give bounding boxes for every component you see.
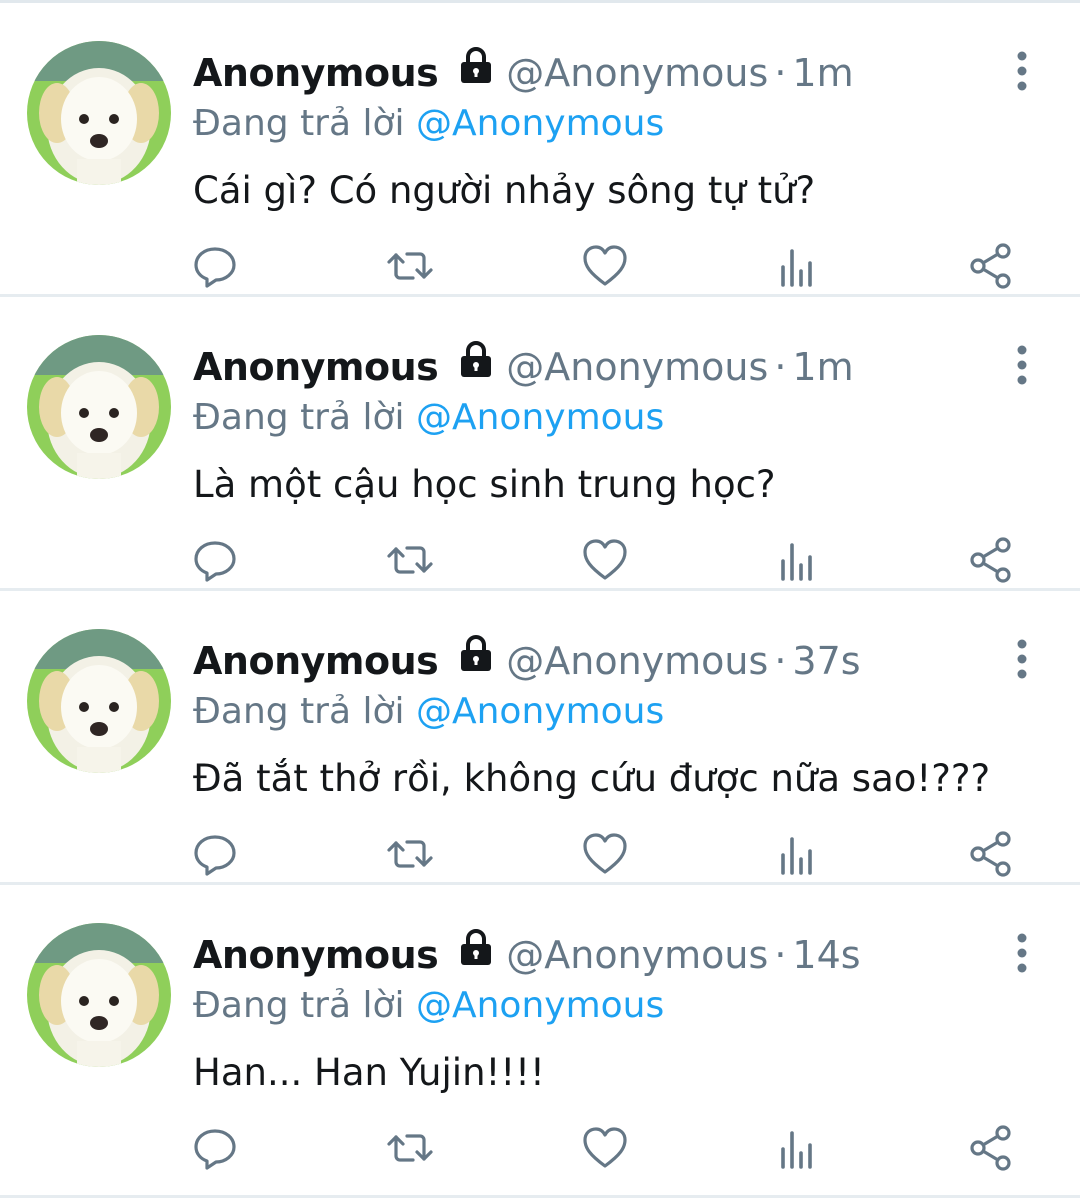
lock-icon xyxy=(456,45,496,98)
heart-icon[interactable] xyxy=(580,1123,630,1173)
avatar[interactable] xyxy=(27,41,171,185)
tweet-actions xyxy=(0,535,1080,591)
heart-icon[interactable] xyxy=(580,241,630,291)
replying-to-label: Đang trả lời xyxy=(193,397,405,438)
replying-to-handle[interactable]: @Anonymous xyxy=(416,985,664,1026)
replying-to-label: Đang trả lời xyxy=(193,985,405,1026)
analytics-icon[interactable] xyxy=(773,535,823,585)
more-vertical-icon[interactable] xyxy=(1008,343,1036,387)
retweet-icon[interactable] xyxy=(385,535,435,585)
replying-to-label: Đang trả lời xyxy=(193,103,405,144)
analytics-icon[interactable] xyxy=(773,1123,823,1173)
separator-dot: · xyxy=(774,345,787,389)
heart-icon[interactable] xyxy=(580,535,630,585)
reply-icon[interactable] xyxy=(190,829,240,879)
lock-icon xyxy=(456,633,496,686)
tweet-header: Anonymous @Anonymous · 1m xyxy=(193,47,854,99)
replying-to: Đang trả lời @Anonymous xyxy=(193,98,664,150)
analytics-icon[interactable] xyxy=(773,829,823,879)
heart-icon[interactable] xyxy=(580,829,630,879)
replying-to-handle[interactable]: @Anonymous xyxy=(416,103,664,144)
replying-to: Đang trả lời @Anonymous xyxy=(193,980,664,1032)
lock-icon xyxy=(456,339,496,392)
tweet[interactable]: Anonymous @Anonymous · 1m Đang trả lời @An… xyxy=(0,3,1080,297)
replying-to: Đang trả lời @Anonymous xyxy=(193,392,664,444)
timestamp[interactable]: 14s xyxy=(792,933,860,977)
tweet-header: Anonymous @Anonymous · 1m xyxy=(193,341,854,393)
separator-dot: · xyxy=(774,639,787,683)
timestamp[interactable]: 1m xyxy=(792,51,853,95)
reply-icon[interactable] xyxy=(190,1123,240,1173)
tweet-actions xyxy=(0,241,1080,297)
share-icon[interactable] xyxy=(966,535,1016,585)
replying-to-label: Đang trả lời xyxy=(193,691,405,732)
handle[interactable]: @Anonymous xyxy=(506,933,768,977)
timestamp[interactable]: 37s xyxy=(792,639,860,683)
separator-dot: · xyxy=(774,51,787,95)
separator-dot: · xyxy=(774,933,787,977)
share-icon[interactable] xyxy=(966,241,1016,291)
tweet-actions xyxy=(0,829,1080,885)
reply-icon[interactable] xyxy=(190,535,240,585)
share-icon[interactable] xyxy=(966,829,1016,879)
tweet-text: Đã tắt thở rồi, không cứu được nữa sao!?… xyxy=(193,757,991,800)
avatar[interactable] xyxy=(27,629,171,773)
replying-to-handle[interactable]: @Anonymous xyxy=(416,691,664,732)
tweet-text: Là một cậu học sinh trung học? xyxy=(193,463,776,506)
tweet-text: Han... Han Yujin!!!! xyxy=(193,1051,545,1094)
timestamp[interactable]: 1m xyxy=(792,345,853,389)
handle[interactable]: @Anonymous xyxy=(506,51,768,95)
handle[interactable]: @Anonymous xyxy=(506,639,768,683)
display-name[interactable]: Anonymous xyxy=(193,933,439,977)
tweet-header: Anonymous @Anonymous · 37s xyxy=(193,635,861,687)
more-vertical-icon[interactable] xyxy=(1008,931,1036,975)
tweet-feed: Anonymous @Anonymous · 1m Đang trả lời @An… xyxy=(0,0,1080,1198)
reply-icon[interactable] xyxy=(190,241,240,291)
lock-icon xyxy=(456,927,496,980)
display-name[interactable]: Anonymous xyxy=(193,51,439,95)
tweet-actions xyxy=(0,1123,1080,1179)
more-vertical-icon[interactable] xyxy=(1008,49,1036,93)
avatar[interactable] xyxy=(27,923,171,1067)
retweet-icon[interactable] xyxy=(385,829,435,879)
display-name[interactable]: Anonymous xyxy=(193,345,439,389)
more-vertical-icon[interactable] xyxy=(1008,637,1036,681)
tweet[interactable]: Anonymous @Anonymous · 14s Đang trả lời @A… xyxy=(0,885,1080,1198)
display-name[interactable]: Anonymous xyxy=(193,639,439,683)
avatar[interactable] xyxy=(27,335,171,479)
retweet-icon[interactable] xyxy=(385,1123,435,1173)
share-icon[interactable] xyxy=(966,1123,1016,1173)
analytics-icon[interactable] xyxy=(773,241,823,291)
tweet-header: Anonymous @Anonymous · 14s xyxy=(193,929,861,981)
tweet-text: Cái gì? Có người nhảy sông tự tử? xyxy=(193,169,816,212)
retweet-icon[interactable] xyxy=(385,241,435,291)
tweet[interactable]: Anonymous @Anonymous · 1m Đang trả lời @An… xyxy=(0,297,1080,591)
replying-to-handle[interactable]: @Anonymous xyxy=(416,397,664,438)
handle[interactable]: @Anonymous xyxy=(506,345,768,389)
replying-to: Đang trả lời @Anonymous xyxy=(193,686,664,738)
tweet[interactable]: Anonymous @Anonymous · 37s Đang trả lời @A… xyxy=(0,591,1080,885)
